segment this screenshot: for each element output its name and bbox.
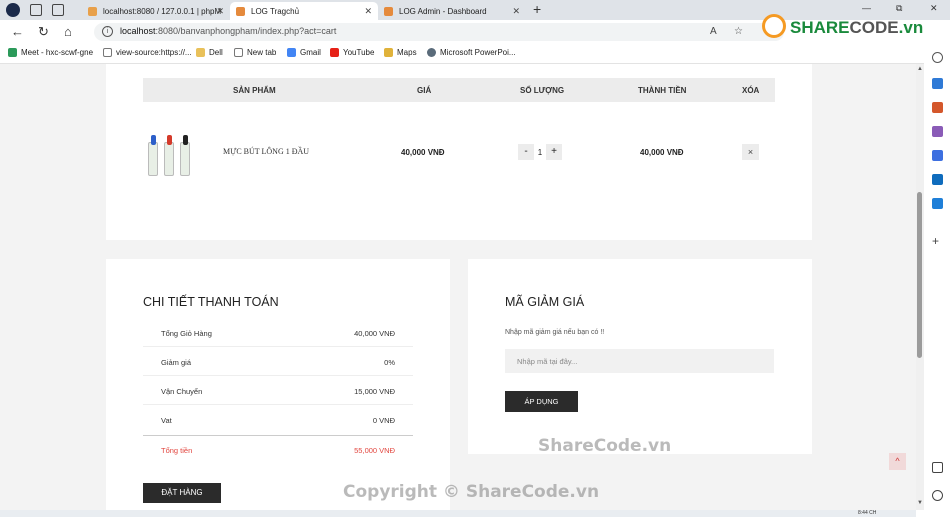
quantity-stepper: - 1 + [518,144,562,160]
watermark-text: ShareCode.vn [538,436,672,456]
google-icon [287,48,296,57]
tab-actions-icon[interactable] [52,4,64,16]
read-aloud-icon[interactable]: A [710,26,717,37]
wordpress-icon [427,48,436,57]
coupon-title: MÃ GIẢM GIÁ [505,295,585,309]
header-delete: XÓA [742,86,760,95]
briefcase-icon[interactable] [932,102,943,113]
new-tab-button[interactable]: + [533,1,541,17]
delete-item-button[interactable]: × [742,144,759,160]
tab-title: localhost:8080 / 127.0.0.1 | phpM [103,6,222,16]
apply-coupon-button[interactable]: ÁP DỤNG [505,391,578,412]
tab-title: LOG Tragchủ [251,6,300,16]
tab-phpmyadmin[interactable]: localhost:8080 / 127.0.0.1 | phpM ✕ [82,2,230,20]
log-favicon [236,6,245,16]
favorite-star-icon[interactable]: ☆ [734,26,743,37]
header-total: THÀNH TIỀN [638,86,687,95]
close-tab-icon[interactable]: ✕ [512,6,520,17]
page-viewport: SẢN PHẨM GIÁ SỐ LƯỢNG THÀNH TIỀN XÓA MỰC… [0,64,916,510]
back-arrow-icon[interactable]: ← [11,24,24,39]
place-order-button[interactable]: ĐẶT HÀNG [143,483,221,503]
os-taskbar: 8:44 CH [0,510,916,517]
page-scrollbar[interactable]: ▲ ▼ [916,64,924,510]
scroll-down-arrow-icon[interactable]: ▼ [916,500,924,506]
bookmark-item[interactable]: Microsoft PowerPoi... [427,48,516,57]
bookmark-item[interactable]: YouTube [330,48,374,57]
close-tab-icon[interactable]: ✕ [216,6,224,17]
screenshot-icon[interactable] [932,462,943,473]
coupon-card: MÃ GIẢM GIÁ Nhập mã giảm giá nếu bạn có … [468,259,812,454]
payment-summary-card: CHI TIẾT THANH TOÁN Tổng Giỏ Hàng 40,000 … [106,259,450,510]
tab-log-home[interactable]: LOG Tragchủ ✕ [230,2,378,20]
tab-log-admin[interactable]: LOG Admin - Dashboard ✕ [378,2,526,20]
minimize-button[interactable]: — [862,3,871,13]
youtube-icon [330,48,339,57]
back-to-top-button[interactable]: ^ [889,453,906,470]
product-price: 40,000 VNĐ [401,148,445,157]
address-bar[interactable]: i localhost:8080/banvanphongpham/index.p… [94,23,784,41]
add-icon[interactable]: + [932,235,943,247]
maps-icon [384,48,393,57]
web-icon[interactable] [932,198,943,209]
summary-total-row: Tổng tiền 55,000 VNĐ [143,435,413,463]
close-tab-icon[interactable]: ✕ [364,6,372,17]
bookmark-item[interactable]: Meet - hxc-scwf-gne [8,48,93,57]
folder-icon [196,48,205,57]
taskbar-clock: 8:44 CH [858,510,877,516]
product-name[interactable]: MỰC BÚT LÔNG 1 ĐẦU [223,147,309,156]
games-icon[interactable] [932,126,943,137]
header-price: GIÁ [417,86,432,95]
coupon-hint: Nhập mã giảm giá nếu bạn có !! [505,329,605,336]
qty-plus-button[interactable]: + [546,144,562,160]
search-icon[interactable] [932,52,943,63]
logo-text: SHARECODE.vn [790,18,924,37]
scroll-up-arrow-icon[interactable]: ▲ [916,66,924,72]
page-icon [103,48,112,57]
bookmark-item[interactable]: Gmail [287,48,321,57]
product-image[interactable] [146,134,196,178]
cart-table-card: SẢN PHẨM GIÁ SỐ LƯỢNG THÀNH TIỀN XÓA MỰC… [106,64,812,240]
profile-icon[interactable] [6,3,20,17]
bookmarks-bar: Meet - hxc-scwf-gne view-source:https://… [0,44,950,64]
qty-minus-button[interactable]: - [518,144,534,160]
bookmark-item[interactable]: New tab [234,48,276,57]
url-text[interactable]: localhost:8080/banvanphongpham/index.php… [120,26,336,36]
bookmark-item[interactable]: Maps [384,48,417,57]
refresh-icon[interactable]: ↻ [38,24,49,40]
newtab-icon [234,48,243,57]
coupon-code-input[interactable] [505,349,774,373]
summary-row: Vận Chuyển 15,000 VNĐ [143,377,413,405]
copilot-icon[interactable] [932,150,943,161]
qty-value[interactable]: 1 [534,148,546,157]
settings-gear-icon[interactable] [932,490,943,501]
close-window-button[interactable]: ✕ [930,3,938,14]
bookmark-item[interactable]: view-source:https://... [103,48,192,57]
tag-icon[interactable] [932,78,943,89]
meet-icon [8,48,17,57]
header-qty: SỐ LƯỢNG [520,86,565,95]
header-product: SẢN PHẨM [233,86,276,95]
scroll-thumb[interactable] [917,192,922,358]
edge-sidebar: + [924,44,950,517]
outlook-icon[interactable] [932,174,943,185]
tab-title: LOG Admin - Dashboard [399,6,487,16]
phpmyadmin-favicon [88,6,97,16]
summary-row: Tổng Giỏ Hàng 40,000 VNĐ [143,319,413,347]
workspaces-icon[interactable] [30,4,42,16]
summary-row: Vat 0 VNĐ [161,416,395,425]
payment-title: CHI TIẾT THANH TOÁN [143,295,279,309]
summary-row: Giảm giá 0% [143,348,413,376]
logo-emblem-icon [762,14,786,38]
log-favicon [384,6,393,16]
restore-button[interactable]: ⧉ [896,3,902,14]
product-line-total: 40,000 VNĐ [640,148,684,157]
cart-table-header: SẢN PHẨM GIÁ SỐ LƯỢNG THÀNH TIỀN XÓA [143,78,775,102]
site-info-icon[interactable]: i [102,26,113,37]
copyright-watermark: Copyright © ShareCode.vn [343,482,600,502]
home-icon[interactable]: ⌂ [64,24,72,39]
bookmark-item[interactable]: Dell [196,48,223,57]
sharecode-logo: SHARECODE.vn [762,14,950,40]
